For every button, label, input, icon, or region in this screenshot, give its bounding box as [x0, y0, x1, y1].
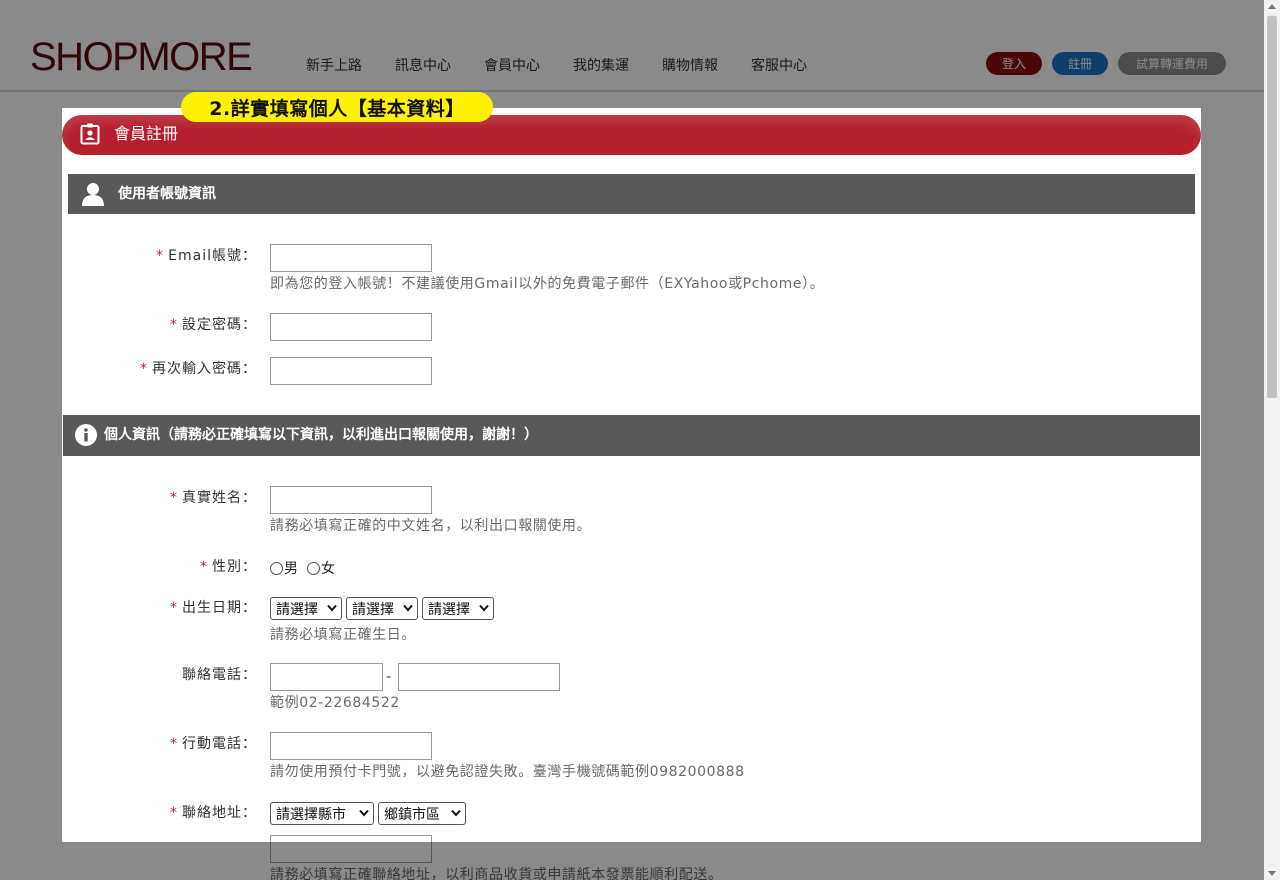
email-hint: 即為您的登入帳號！不建議使用Gmail以外的免費電子郵件（EXYahoo或Pch… [270, 276, 825, 292]
tutorial-overlay-top [0, 0, 1264, 108]
chevron-down-icon [451, 809, 461, 817]
mobile-hint: 請勿使用預付卡門號，以避免認證失敗。臺灣手機號碼範例0982000888 [270, 764, 745, 780]
birth-date-hint: 請務必填寫正確生日。 [270, 627, 416, 643]
gender-female-radio[interactable] [307, 561, 320, 575]
birth-day-select[interactable]: 請選擇 [422, 597, 494, 620]
address-city-select[interactable]: 請選擇縣市 [270, 802, 374, 825]
required-mark: * [170, 736, 178, 752]
address-district-select[interactable]: 鄉鎮市區 [378, 802, 466, 825]
birth-month-select[interactable]: 請選擇 [346, 597, 418, 620]
gender-radio-group: 男 女 [270, 558, 335, 578]
email-input[interactable] [270, 244, 432, 272]
password-confirm-input[interactable] [270, 357, 432, 385]
chevron-down-icon [327, 604, 337, 612]
required-mark: * [170, 490, 178, 506]
section-personal-info: 個人資訊（請務必正確填寫以下資訊，以利進出口報關使用，謝謝！） [63, 415, 1200, 456]
scroll-down-arrow-icon[interactable] [1268, 871, 1276, 876]
required-mark: * [170, 600, 178, 616]
member-card-icon [80, 123, 100, 145]
birth-year-select[interactable]: 請選擇 [270, 597, 342, 620]
phone-area-code-input[interactable] [270, 663, 383, 691]
info-icon [75, 424, 97, 446]
user-icon [82, 183, 104, 206]
page-scrollbar[interactable] [1264, 0, 1280, 880]
page-title: 會員註冊 [114, 124, 179, 143]
gender-male-label[interactable]: 男 [284, 558, 298, 578]
phone-number-input[interactable] [398, 663, 560, 691]
tutorial-overlay-left [0, 108, 62, 880]
required-mark: * [140, 361, 148, 377]
tutorial-overlay-bottom [62, 842, 1201, 880]
gender-female-label[interactable]: 女 [321, 558, 335, 578]
required-mark: * [156, 248, 165, 264]
chevron-down-icon [479, 604, 489, 612]
required-mark: * [200, 559, 208, 575]
tutorial-overlay-right [1201, 108, 1264, 880]
section-account-info: 使用者帳號資訊 [68, 174, 1195, 214]
mobile-input[interactable] [270, 732, 432, 760]
phone-dash: - [386, 669, 392, 685]
scroll-up-arrow-icon[interactable] [1268, 4, 1276, 9]
required-mark: * [170, 805, 178, 821]
gender-male-radio[interactable] [270, 561, 283, 575]
required-mark: * [170, 317, 178, 333]
chevron-down-icon [403, 604, 413, 612]
section-account-title: 使用者帳號資訊 [118, 186, 216, 202]
scrollbar-thumb[interactable] [1267, 16, 1277, 398]
phone-hint: 範例02-22684522 [270, 695, 400, 711]
section-personal-title: 個人資訊（請務必正確填寫以下資訊，以利進出口報關使用，謝謝！） [104, 427, 538, 443]
real-name-input[interactable] [270, 486, 432, 514]
chevron-down-icon [359, 809, 369, 817]
tutorial-step-callout: 2.詳實填寫個人【基本資料】 [181, 92, 493, 122]
password-input[interactable] [270, 313, 432, 341]
real-name-hint: 請務必填寫正確的中文姓名，以利出口報關使用。 [270, 518, 592, 534]
